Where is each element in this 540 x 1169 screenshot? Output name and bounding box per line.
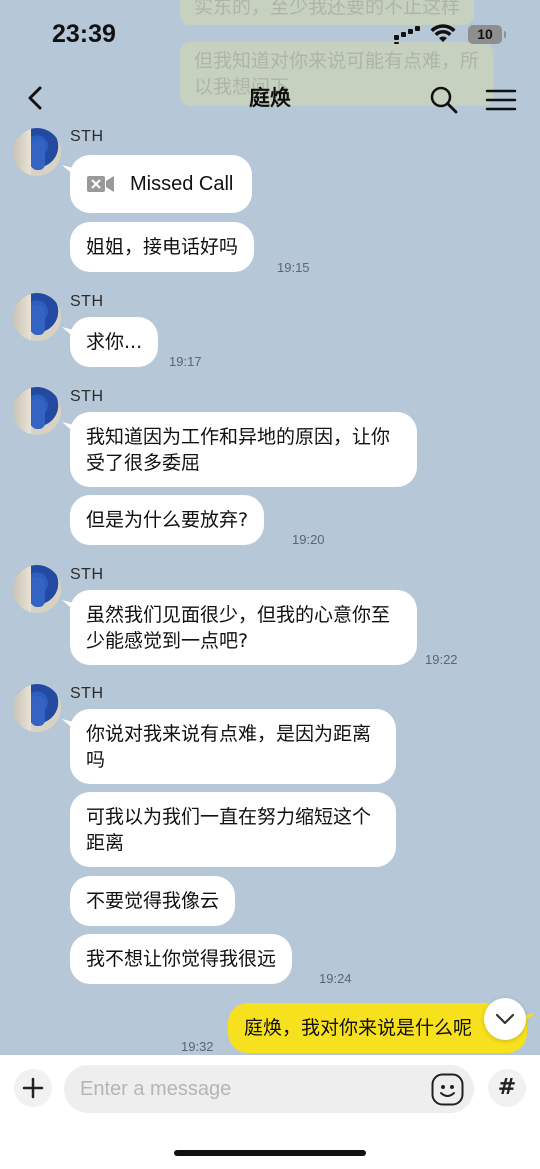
status-time: 23:39 <box>52 20 116 48</box>
cellular-signal-icon <box>394 26 424 44</box>
message-input[interactable] <box>64 1065 474 1113</box>
sender-name: STH <box>70 566 104 583</box>
message-text: 虽然我们见面很少，但我的心意你至少能感觉到一点吧? <box>86 603 391 652</box>
search-icon[interactable] <box>428 84 460 116</box>
message-bubble[interactable]: 我不想让你觉得我很远 <box>70 934 293 984</box>
sender-name: STH <box>70 128 104 145</box>
battery-indicator: 10 <box>468 25 506 44</box>
avatar[interactable] <box>13 565 61 613</box>
message-time: 19:17 <box>169 354 202 369</box>
missed-call-bubble[interactable]: Missed Call <box>70 155 252 213</box>
message-composer: # <box>0 1055 540 1169</box>
message-bubble[interactable]: 虽然我们见面很少，但我的心意你至少能感觉到一点吧? <box>70 590 417 665</box>
message-bubble[interactable]: 不要觉得我像云 <box>70 876 236 926</box>
message-text: 姐姐，接电话好吗 <box>86 236 239 258</box>
message-text: 可我以为我们一直在努力缩短这个距离 <box>86 805 372 854</box>
message-text: 我不想让你觉得我很远 <box>86 948 277 970</box>
message-time: 19:15 <box>277 260 310 275</box>
message-text: 庭焕，我对你来说是什么呢 <box>244 1017 473 1039</box>
message-text: 我知道因为工作和异地的原因，让你受了很多委屈 <box>86 425 391 474</box>
wifi-icon <box>430 24 456 42</box>
home-indicator <box>174 1150 366 1156</box>
sender-name: STH <box>70 388 104 405</box>
message-text: 求你... <box>86 331 143 353</box>
video-call-missed-icon <box>87 176 114 192</box>
hash-icon[interactable]: # <box>488 1069 526 1107</box>
status-bar: 23:39 10 <box>0 0 540 70</box>
avatar[interactable] <box>13 684 61 732</box>
my-message-bubble[interactable]: 庭焕，我对你来说是什么呢 <box>228 1003 527 1053</box>
message-bubble[interactable]: 你说对我来说有点难，是因为距离吗 <box>70 709 396 784</box>
message-bubble[interactable]: 姐姐，接电话好吗 <box>70 222 255 272</box>
emoji-icon[interactable] <box>431 1073 464 1106</box>
message-time: 19:20 <box>292 532 325 547</box>
chevron-down-icon[interactable] <box>484 998 526 1040</box>
avatar[interactable] <box>13 293 61 341</box>
avatar[interactable] <box>13 387 61 435</box>
message-time: 19:22 <box>425 652 458 667</box>
avatar[interactable] <box>13 128 61 176</box>
message-bubble[interactable]: 但是为什么要放弃? <box>70 495 265 545</box>
message-text: 你说对我来说有点难，是因为距离吗 <box>86 722 372 771</box>
message-time: 19:24 <box>319 971 352 986</box>
plus-icon[interactable] <box>14 1069 52 1107</box>
message-time: 19:32 <box>181 1039 214 1054</box>
menu-icon[interactable] <box>484 86 518 114</box>
missed-call-label: Missed Call <box>130 173 234 195</box>
chat-header: 庭焕 <box>0 70 540 126</box>
message-bubble[interactable]: 可我以为我们一直在努力缩短这个距离 <box>70 792 396 867</box>
sender-name: STH <box>70 685 104 702</box>
sender-name: STH <box>70 293 104 310</box>
message-text: 不要觉得我像云 <box>86 890 220 912</box>
message-bubble[interactable]: 求你... <box>70 317 159 367</box>
message-text: 但是为什么要放弃? <box>86 509 249 531</box>
message-bubble[interactable]: 我知道因为工作和异地的原因，让你受了很多委屈 <box>70 412 417 487</box>
